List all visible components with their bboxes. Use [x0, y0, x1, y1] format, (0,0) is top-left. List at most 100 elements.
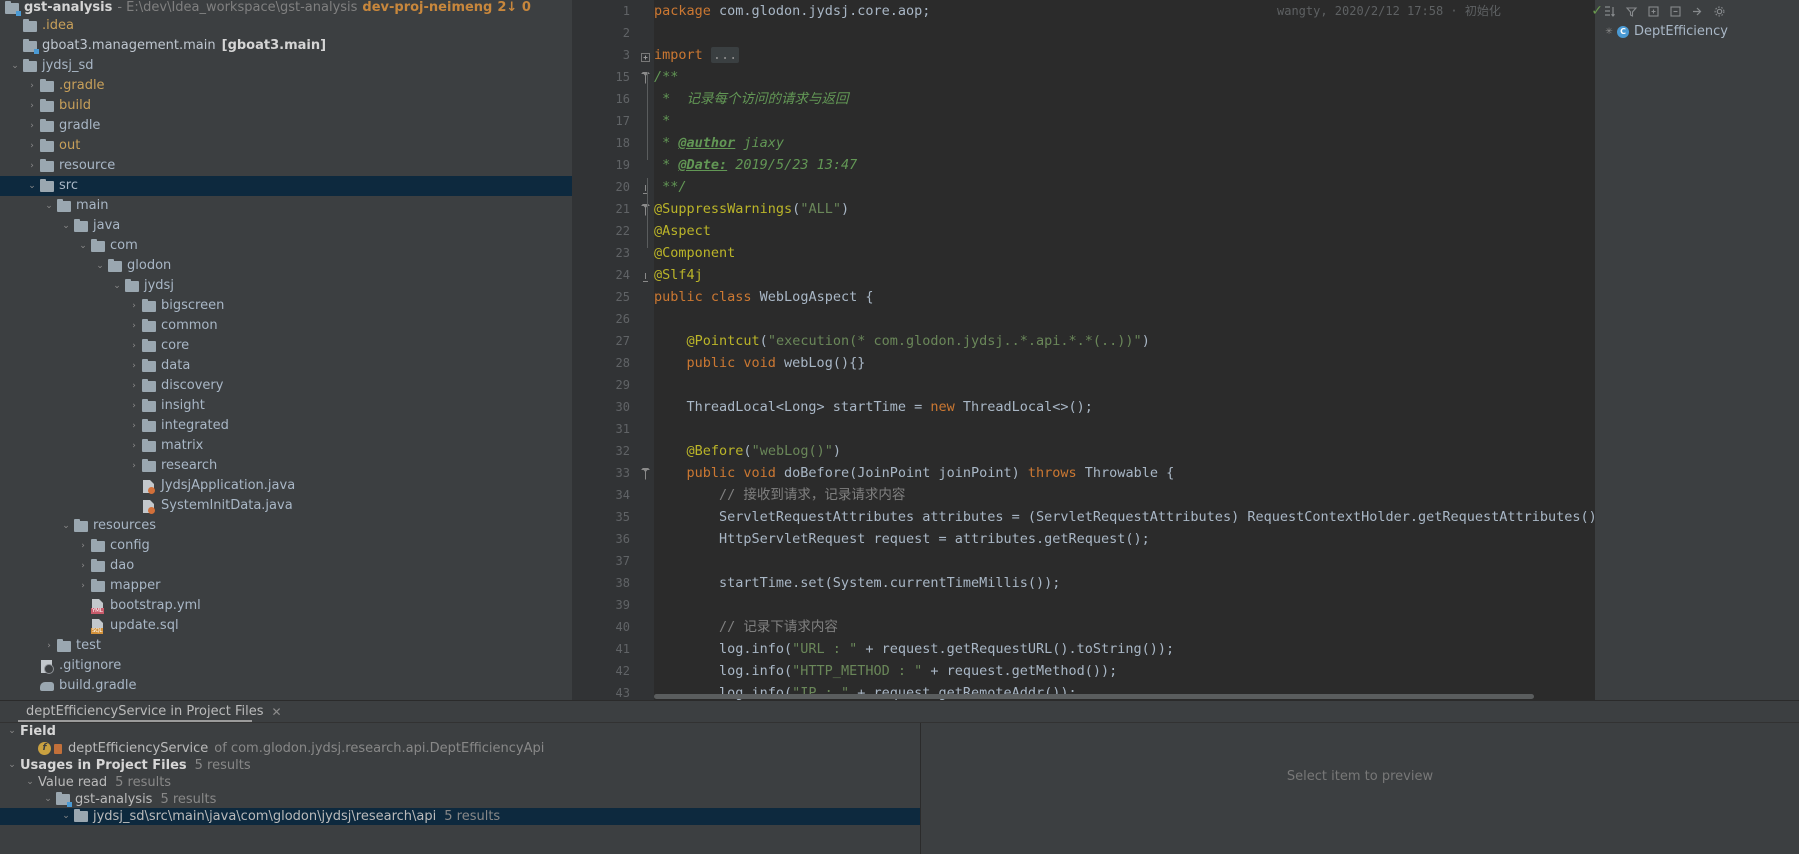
tree-node-jydsjapplication-java[interactable]: ›JydsjApplication.java — [0, 476, 572, 496]
chevron-right-icon[interactable]: › — [25, 76, 39, 96]
tree-node-jydsj-sd[interactable]: ⌄ jydsj_sd — [0, 56, 572, 76]
chevron-right-icon[interactable]: › — [127, 456, 141, 476]
fold-expand-icon[interactable] — [641, 50, 650, 62]
tree-node-gradle[interactable]: › gradle — [0, 116, 572, 136]
chevron-down-icon[interactable]: ⌄ — [58, 808, 74, 825]
tree-node--gradle[interactable]: › .gradle — [0, 76, 572, 96]
tree-node-research[interactable]: › research — [0, 456, 572, 476]
code-folding-column[interactable] — [636, 0, 654, 700]
usage-row[interactable]: ›fdeptEfficiencyServiceof com.glodon.jyd… — [0, 740, 920, 757]
filter-fields-icon[interactable] — [1625, 5, 1638, 18]
expand-all-icon[interactable] — [1647, 5, 1660, 18]
tree-node-systeminitdata-java[interactable]: ›SystemInitData.java — [0, 496, 572, 516]
project-file-tree[interactable]: ›.idea›gboat3.management.main[gboat3.mai… — [0, 16, 572, 696]
tree-node-dao[interactable]: › dao — [0, 556, 572, 576]
tree-node-mapper[interactable]: › mapper — [0, 576, 572, 596]
chevron-right-icon[interactable]: › — [127, 356, 141, 376]
usages-tree[interactable]: ⌄Field›fdeptEfficiencyServiceof com.glod… — [0, 723, 920, 854]
chevron-right-icon[interactable]: › — [25, 96, 39, 116]
tree-node-build-gradle[interactable]: ›build.gradle — [0, 676, 572, 696]
tree-node-update-sql[interactable]: ›SQLupdate.sql — [0, 616, 572, 636]
tree-node-data[interactable]: › data — [0, 356, 572, 376]
chevron-right-icon[interactable]: › — [127, 296, 141, 316]
chevron-right-icon[interactable]: › — [25, 156, 39, 176]
tree-node-resources[interactable]: ⌄ resources — [0, 516, 572, 536]
chevron-right-icon[interactable]: › — [25, 136, 39, 156]
tree-node-gboat3-management-main[interactable]: ›gboat3.management.main[gboat3.main] — [0, 36, 572, 56]
tree-node-test[interactable]: › test — [0, 636, 572, 656]
chevron-down-icon[interactable]: ⌄ — [110, 276, 124, 296]
tree-node-config[interactable]: › config — [0, 536, 572, 556]
usage-row[interactable]: ⌄ gst-analysis 5 results — [0, 791, 920, 808]
tree-node-out[interactable]: › out — [0, 136, 572, 156]
tree-node-matrix[interactable]: › matrix — [0, 436, 572, 456]
tree-node-discovery[interactable]: › discovery — [0, 376, 572, 396]
project-root-row[interactable]: gst-analysis - E:\dev\Idea_workspace\gst… — [0, 0, 572, 16]
chevron-down-icon[interactable]: ⌄ — [4, 757, 20, 774]
chevron-right-icon[interactable]: › — [127, 396, 141, 416]
chevron-down-icon[interactable]: ⌄ — [25, 176, 39, 196]
fold-collapse-icon[interactable] — [641, 468, 650, 480]
tree-node-build[interactable]: › build — [0, 96, 572, 116]
tree-node-bootstrap-yml[interactable]: ›YMLbootstrap.yml — [0, 596, 572, 616]
usage-row[interactable]: ⌄ Field — [0, 723, 920, 740]
collapse-all-icon[interactable] — [1669, 5, 1682, 18]
chevron-down-icon[interactable]: ⌄ — [59, 516, 73, 536]
chevron-down-icon[interactable]: ⌄ — [59, 216, 73, 236]
fold-region-end-icon[interactable] — [641, 270, 650, 282]
tree-node-main[interactable]: ⌄ main — [0, 196, 572, 216]
line-number: 1 — [622, 4, 630, 18]
sort-alpha-icon[interactable] — [1603, 5, 1616, 18]
chevron-right-icon[interactable]: › — [76, 536, 90, 556]
chevron-right-icon[interactable]: ✳ — [1603, 22, 1615, 42]
chevron-right-icon[interactable]: › — [42, 636, 56, 656]
chevron-down-icon[interactable]: ⌄ — [8, 56, 22, 76]
tree-node-com[interactable]: ⌄ com — [0, 236, 572, 256]
tree-node--idea[interactable]: ›.idea — [0, 16, 572, 36]
chevron-down-icon[interactable]: ⌄ — [40, 791, 56, 808]
find-usages-tool-window[interactable]: deptEfficiencyService in Project Files ✕… — [0, 700, 1799, 854]
chevron-right-icon[interactable]: › — [76, 556, 90, 576]
tree-node-core[interactable]: › core — [0, 336, 572, 356]
chevron-down-icon[interactable]: ⌄ — [4, 723, 20, 740]
fold-collapse-icon[interactable] — [641, 204, 650, 216]
autoscroll-icon[interactable] — [1691, 5, 1704, 18]
chevron-down-icon[interactable]: ⌄ — [42, 196, 56, 216]
usage-row[interactable]: ⌄ jydsj_sd\src\main\java\com\glodon\jydsj… — [0, 808, 920, 825]
chevron-right-icon[interactable]: › — [127, 436, 141, 456]
chevron-down-icon[interactable]: ⌄ — [22, 774, 38, 791]
fold-region-end-icon[interactable] — [641, 182, 650, 194]
chevron-right-icon[interactable]: › — [127, 316, 141, 336]
tree-node-integrated[interactable]: › integrated — [0, 416, 572, 436]
tree-node-glodon[interactable]: ⌄ glodon — [0, 256, 572, 276]
structure-toolbar[interactable] — [1595, 0, 1799, 22]
structure-tool-window[interactable]: ✳ C DeptEfficiency — [1594, 0, 1799, 700]
line-number: 41 — [615, 642, 630, 656]
tree-node--gitignore[interactable]: ›.gitignore — [0, 656, 572, 676]
tree-node-resource[interactable]: › resource — [0, 156, 572, 176]
usage-row[interactable]: ⌄ Usages in Project Files 5 results — [0, 757, 920, 774]
usage-row-label: Usages in Project Files — [20, 758, 187, 773]
tree-node-src[interactable]: ⌄ src — [0, 176, 572, 196]
close-icon[interactable]: ✕ — [272, 701, 282, 723]
inspections-ok-icon[interactable]: ✓ — [1591, 3, 1603, 19]
fold-collapse-icon[interactable] — [641, 72, 650, 84]
settings-gear-icon[interactable] — [1713, 5, 1726, 18]
structure-item-row[interactable]: ✳ C DeptEfficiency — [1595, 22, 1799, 42]
tree-node-bigscreen[interactable]: › bigscreen — [0, 296, 572, 316]
chevron-down-icon[interactable]: ⌄ — [93, 256, 107, 276]
tree-node-jydsj[interactable]: ⌄ jydsj — [0, 276, 572, 296]
chevron-right-icon[interactable]: › — [127, 376, 141, 396]
chevron-right-icon[interactable]: › — [25, 116, 39, 136]
vcs-branch[interactable]: dev-proj-neimeng — [362, 0, 492, 16]
chevron-right-icon[interactable]: › — [76, 576, 90, 596]
tree-node-insight[interactable]: › insight — [0, 396, 572, 416]
usages-side-icons[interactable] — [0, 701, 18, 723]
chevron-right-icon[interactable]: › — [127, 336, 141, 356]
chevron-right-icon[interactable]: › — [127, 416, 141, 436]
project-tool-window[interactable]: gst-analysis - E:\dev\Idea_workspace\gst… — [0, 0, 572, 700]
tree-node-common[interactable]: › common — [0, 316, 572, 336]
tree-node-java[interactable]: ⌄ java — [0, 216, 572, 236]
chevron-down-icon[interactable]: ⌄ — [76, 236, 90, 256]
usage-row[interactable]: ⌄ Value read 5 results — [0, 774, 920, 791]
